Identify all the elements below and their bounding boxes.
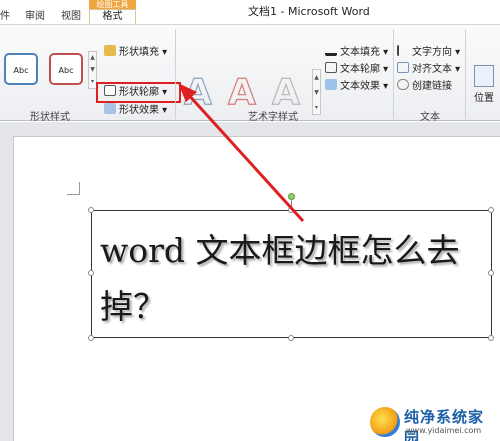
resize-handle-bottom-left[interactable] xyxy=(88,335,94,341)
resize-handle-top-left[interactable] xyxy=(88,207,94,213)
text-effects-icon xyxy=(325,79,337,90)
align-text-label: 对齐文本 xyxy=(412,64,452,75)
align-text-button[interactable]: 对齐文本 ▾ xyxy=(397,62,460,77)
text-fill-label: 文本填充 xyxy=(340,47,380,58)
tab-file-partial[interactable]: 件 xyxy=(0,10,10,24)
shape-fill-button[interactable]: 形状填充 ▾ xyxy=(104,45,167,60)
shape-style-sample-red[interactable]: Abc xyxy=(49,53,83,85)
text-direction-button[interactable]: 文字方向 ▾ xyxy=(397,45,460,60)
text-direction-icon xyxy=(397,45,409,56)
wordart-sample-blue[interactable]: A xyxy=(183,71,212,113)
group-divider xyxy=(175,29,176,119)
text-box-content[interactable]: word 文本框边框怎么去掉？ xyxy=(100,223,485,335)
position-button[interactable]: 位置 xyxy=(470,65,498,104)
shape-effects-button[interactable]: 形状效果 ▾ xyxy=(104,103,167,118)
title-bar: 绘图工具 件 审阅 视图 格式 文档1 - Microsoft Word xyxy=(0,0,500,24)
resize-handle-top[interactable] xyxy=(288,207,294,213)
text-box[interactable]: word 文本框边框怎么去掉？ xyxy=(91,210,492,338)
text-fill-button[interactable]: 文本填充 ▾ xyxy=(325,45,388,60)
watermark: 纯净系统家园 www.yidaimei.com xyxy=(370,405,498,441)
text-fill-icon xyxy=(325,45,337,56)
text-effects-button[interactable]: 文本效果 ▾ xyxy=(325,79,388,94)
wordart-styles-scroll[interactable]: ▲ ▼ ▾ xyxy=(312,69,321,115)
shape-effects-label: 形状效果 xyxy=(119,105,159,116)
window-title: 文档1 - Microsoft Word xyxy=(248,5,370,18)
shape-fill-label: 形状填充 xyxy=(119,47,159,58)
wordart-sample-red[interactable]: A xyxy=(227,71,256,113)
wordart-sample-gray[interactable]: A xyxy=(271,71,300,113)
resize-handle-right[interactable] xyxy=(488,270,494,276)
text-outline-button[interactable]: 文本轮廓 ▾ xyxy=(325,62,388,77)
position-icon xyxy=(474,65,494,87)
resize-handle-left[interactable] xyxy=(88,270,94,276)
wordart-styles-group-label: 艺术字样式 xyxy=(248,112,298,123)
link-icon xyxy=(397,79,409,90)
text-group-label: 文本 xyxy=(420,112,440,123)
group-divider xyxy=(393,29,394,119)
shape-outline-highlight-box xyxy=(96,82,181,103)
tab-review[interactable]: 审阅 xyxy=(25,10,45,24)
crop-mark xyxy=(67,194,80,195)
tab-format[interactable]: 格式 xyxy=(89,9,136,24)
watermark-url: www.yidaimei.com xyxy=(406,426,482,435)
shape-styles-group-label: 形状样式 xyxy=(30,112,70,123)
text-outline-icon xyxy=(325,62,337,73)
resize-handle-bottom[interactable] xyxy=(288,335,294,341)
watermark-logo-icon xyxy=(370,407,400,437)
drawing-tools-context-label: 绘图工具 xyxy=(89,0,136,9)
shape-style-sample-blue[interactable]: Abc xyxy=(4,53,38,85)
ribbon: Abc Abc ▲ ▼ ▾ 形状填充 ▾ 形状轮廓 ▾ 形状效果 ▾ 形状样式 A … xyxy=(0,24,500,123)
resize-handle-bottom-right[interactable] xyxy=(488,335,494,341)
text-direction-label: 文字方向 xyxy=(412,47,452,58)
group-divider xyxy=(465,29,466,119)
position-label: 位置 xyxy=(474,93,494,104)
create-link-button[interactable]: 创建链接 xyxy=(397,79,452,94)
watermark-brand: 纯净系统家园 xyxy=(404,408,485,441)
paint-bucket-icon xyxy=(104,45,116,56)
text-outline-label: 文本轮廓 xyxy=(340,64,380,75)
create-link-label: 创建链接 xyxy=(412,81,452,92)
tab-view[interactable]: 视图 xyxy=(61,10,81,24)
resize-handle-top-right[interactable] xyxy=(488,207,494,213)
shape-effects-icon xyxy=(104,103,116,114)
rotation-handle[interactable] xyxy=(288,193,295,200)
text-effects-label: 文本效果 xyxy=(340,81,380,92)
align-text-icon xyxy=(397,62,409,73)
